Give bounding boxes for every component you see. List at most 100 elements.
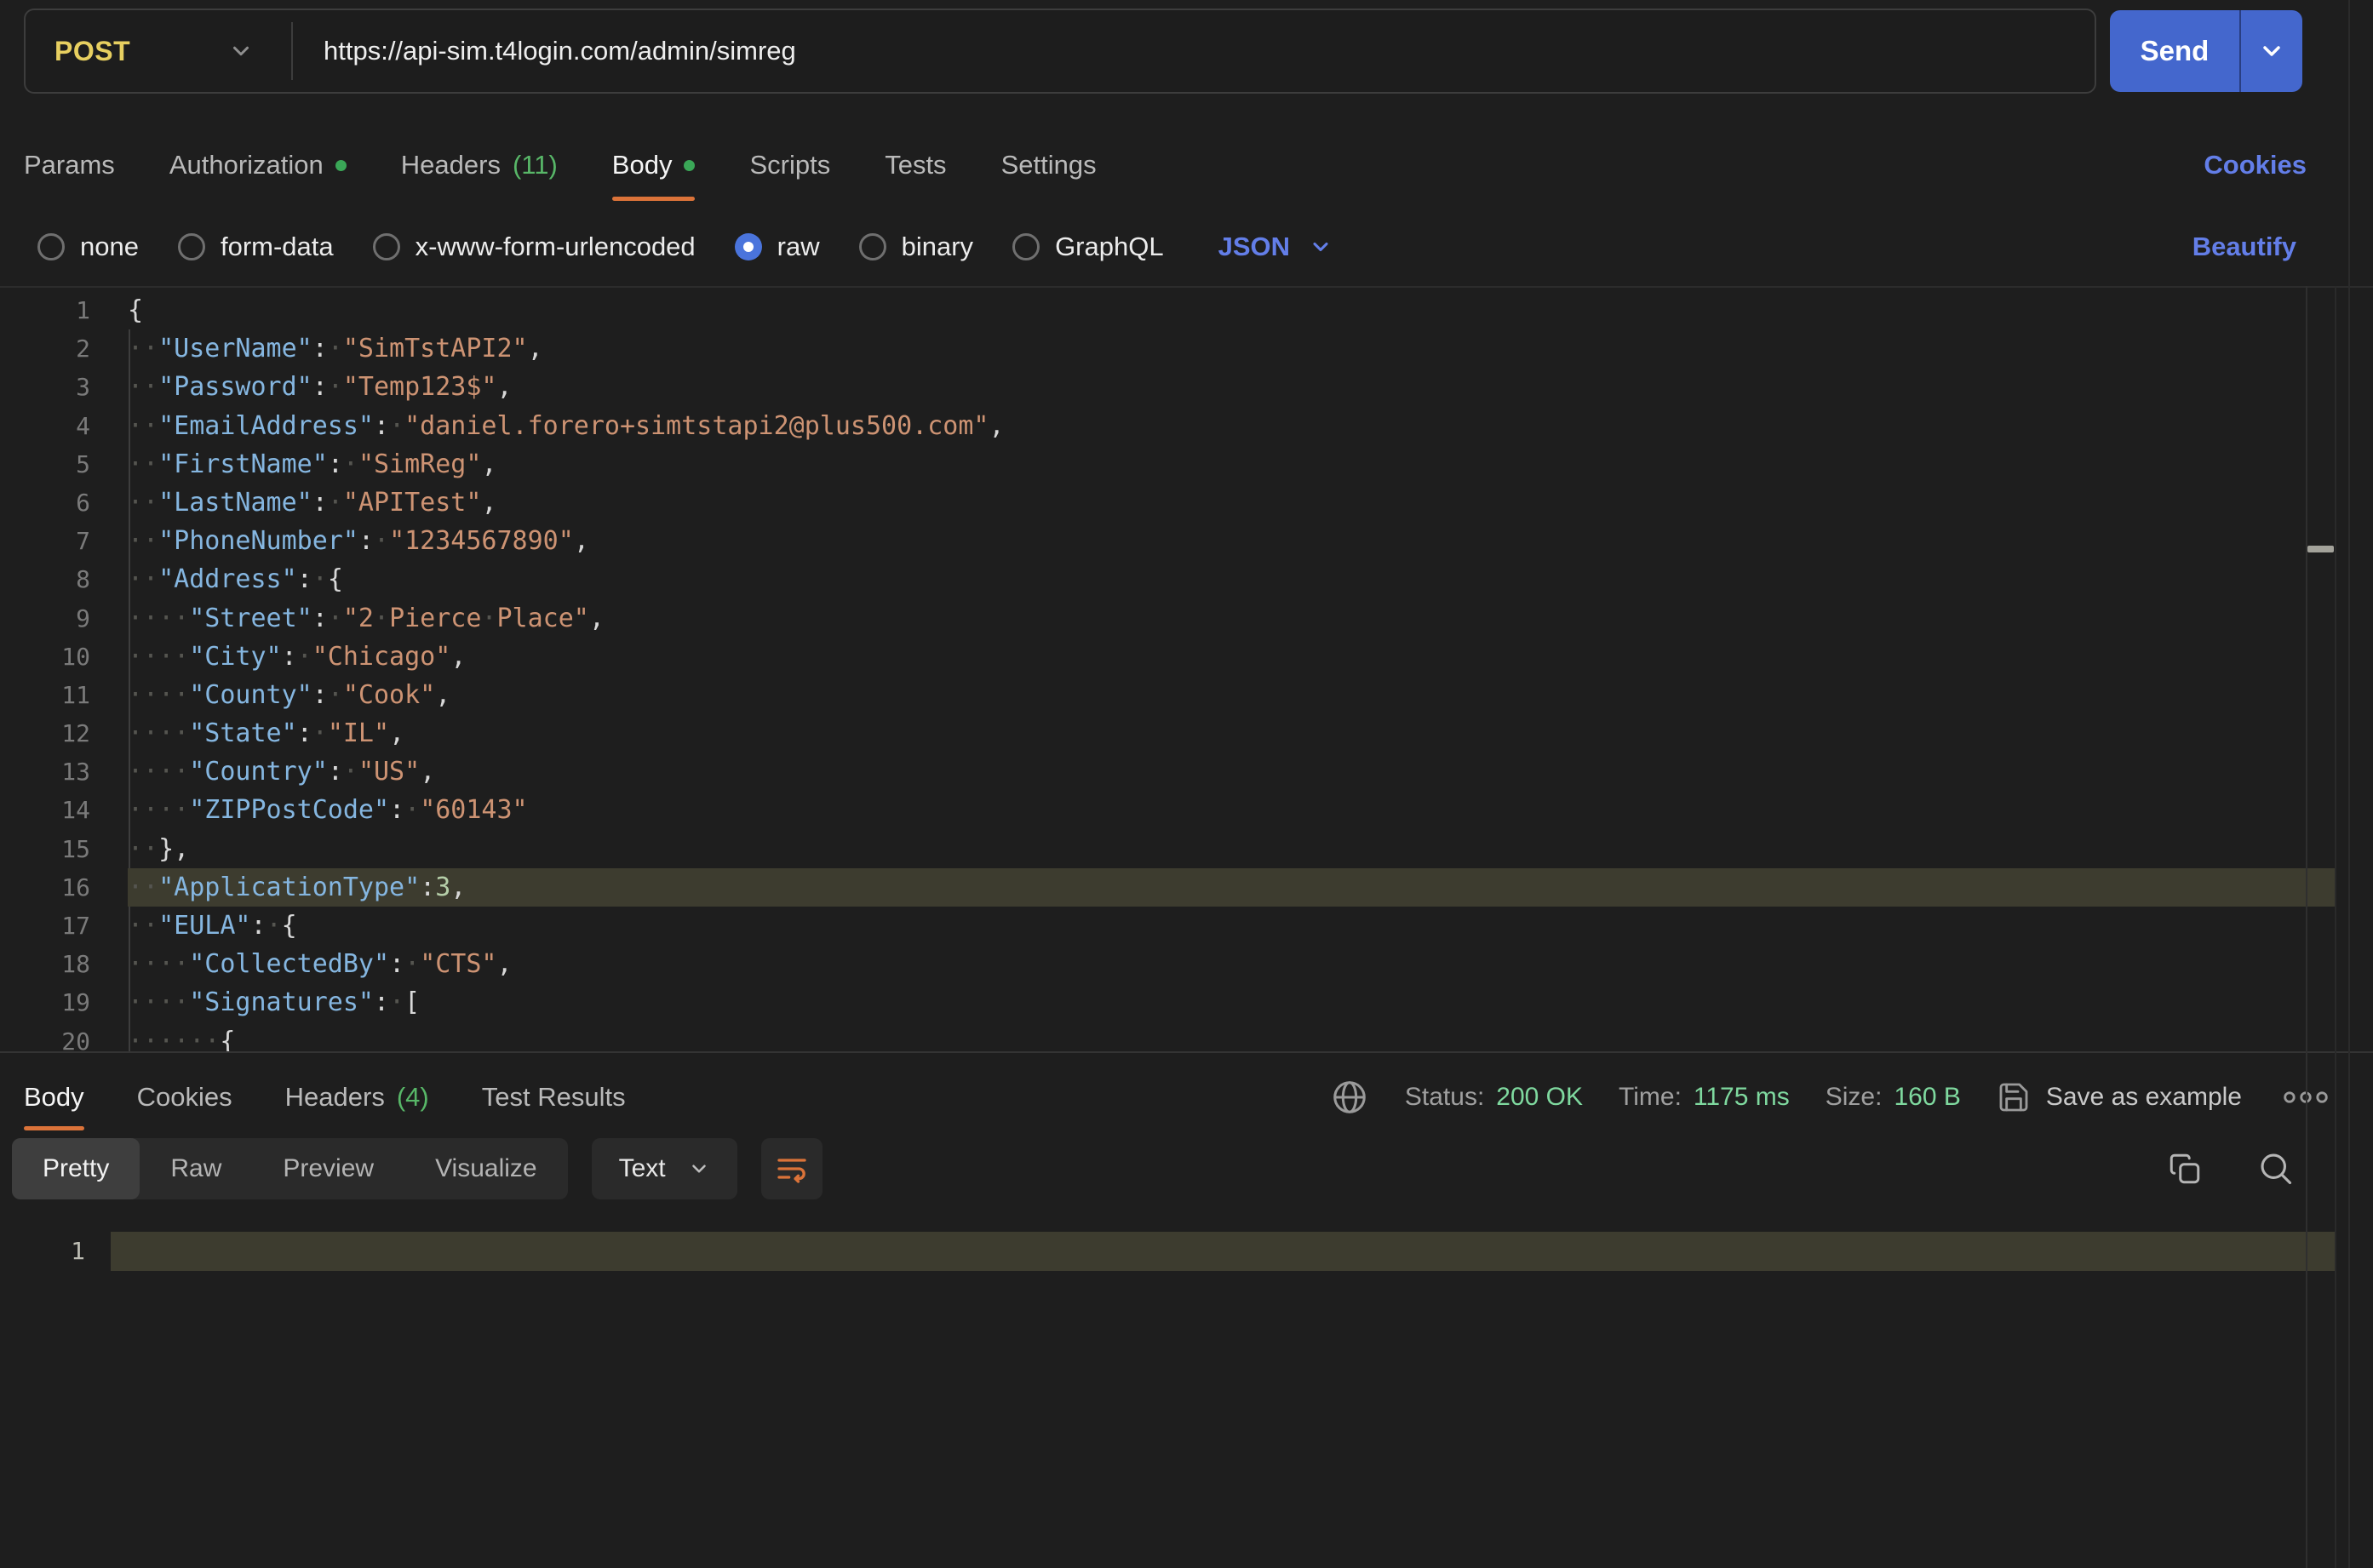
code-token: ···· [128, 604, 189, 633]
line-number: 8 [0, 560, 90, 598]
size-badge: Size: 160 B [1826, 1083, 1961, 1112]
tab-headers[interactable]: Headers(11) [401, 128, 558, 203]
code-token: "EULA" [158, 911, 250, 941]
wrap-text-icon [775, 1152, 809, 1186]
code-token: "EmailAddress" [158, 411, 374, 441]
body-mode-form-data[interactable]: form-data [178, 232, 334, 262]
code-token: "1234567890" [389, 526, 574, 556]
body-mode-x-www-form-urlencoded[interactable]: x-www-form-urlencoded [373, 232, 696, 262]
tab-settings[interactable]: Settings [1001, 128, 1097, 203]
code-token: "UserName" [158, 334, 312, 363]
tab-body[interactable]: Body [612, 128, 696, 203]
wrap-text-button[interactable] [761, 1138, 823, 1199]
code-line: ······{ [128, 1022, 2335, 1051]
search-icon[interactable] [2257, 1150, 2295, 1187]
tab-tests[interactable]: Tests [885, 128, 946, 203]
code-token: · [374, 604, 389, 633]
beautify-link[interactable]: Beautify [2192, 213, 2296, 281]
code-token: : [328, 757, 343, 787]
code-token: · [374, 526, 389, 556]
code-token: "SimReg" [358, 449, 482, 479]
line-number: 5 [0, 445, 90, 484]
url-bar: POST https://api-sim.t4login.com/admin/s… [24, 9, 2096, 94]
code-line: ··"UserName":·"SimTstAPI2", [128, 329, 2335, 368]
code-line: ··"FirstName":·"SimReg", [128, 445, 2335, 484]
code-token: : [297, 564, 312, 594]
code-line: ··"EULA":·{ [128, 907, 2335, 945]
save-as-example-button[interactable]: Save as example [1997, 1080, 2242, 1114]
code-token: · [343, 449, 358, 479]
code-token: "US" [358, 757, 420, 787]
view-preview-button[interactable]: Preview [252, 1138, 404, 1199]
response-body[interactable]: 1 [0, 1213, 2373, 1568]
code-line: ····"CollectedBy":·"CTS", [128, 945, 2335, 983]
request-tabs: Params Authorization Headers(11) Body Script… [24, 128, 1097, 203]
code-token: "APITest" [343, 488, 482, 518]
tab-count-badge: (4) [397, 1082, 429, 1113]
chevron-down-icon [688, 1158, 710, 1180]
response-tab-test-results[interactable]: Test Results [482, 1062, 626, 1132]
code-token: : [328, 449, 343, 479]
code-token: : [312, 488, 328, 518]
view-raw-button[interactable]: Raw [140, 1138, 252, 1199]
save-as-example-label: Save as example [2046, 1083, 2242, 1112]
method-selector[interactable]: POST [26, 10, 291, 92]
code-token: ···· [128, 949, 189, 979]
code-token: , [589, 604, 605, 633]
send-button[interactable]: Send [2110, 10, 2302, 92]
line-number: 14 [0, 791, 90, 829]
copy-icon[interactable] [2167, 1151, 2203, 1187]
line-number: 15 [0, 830, 90, 868]
body-mode-graphql[interactable]: GraphQL [1012, 232, 1164, 262]
code-token: ·· [128, 334, 158, 363]
code-token: , [450, 873, 466, 902]
tab-label: Settings [1001, 150, 1097, 180]
code-token: : [389, 795, 404, 825]
code-token: ·· [128, 834, 158, 864]
code-line: ··"ApplicationType":3, [128, 868, 2335, 907]
tab-params[interactable]: Params [24, 128, 115, 203]
send-button-label[interactable]: Send [2110, 10, 2239, 92]
editor-scrollbar-thumb[interactable] [2307, 546, 2334, 552]
code-token: "CollectedBy" [189, 949, 389, 979]
body-mode-raw[interactable]: raw [735, 232, 820, 262]
code-token: · [328, 604, 343, 633]
request-body-editor[interactable]: 1234567891011121314151617181920 {··"User… [0, 286, 2373, 1051]
chevron-down-icon [1309, 235, 1333, 259]
radio-icon [859, 233, 886, 260]
code-token: ···· [128, 795, 189, 825]
tab-authorization[interactable]: Authorization [169, 128, 347, 203]
tab-scripts[interactable]: Scripts [749, 128, 830, 203]
code-token: ·· [128, 564, 158, 594]
code-line: ····"Signatures":·[ [128, 983, 2335, 1021]
language-dropdown[interactable]: JSON [1218, 232, 1333, 262]
radio-icon [735, 233, 762, 260]
response-tab-headers[interactable]: Headers (4) [285, 1062, 429, 1132]
response-divider [0, 1051, 2373, 1053]
line-number: 10 [0, 638, 90, 676]
tab-label: Scripts [749, 150, 830, 180]
send-options-button[interactable] [2241, 10, 2302, 92]
code-token: "LastName" [158, 488, 312, 518]
response-tab-body[interactable]: Body [24, 1062, 84, 1132]
status-label: Status: [1405, 1083, 1484, 1112]
response-format-dropdown[interactable]: Text [592, 1138, 737, 1199]
code-token: · [267, 911, 282, 941]
green-dot-indicator [684, 160, 695, 171]
view-pretty-button[interactable]: Pretty [12, 1138, 140, 1199]
url-input[interactable]: https://api-sim.t4login.com/admin/simreg [293, 10, 2095, 92]
body-mode-none[interactable]: none [37, 232, 139, 262]
code-token: · [389, 411, 404, 441]
code-line: ··}, [128, 830, 2335, 868]
tab-count-badge: (11) [513, 150, 558, 180]
editor-code: {··"UserName":·"SimTstAPI2",··"Password"… [128, 291, 2335, 1051]
response-tab-cookies[interactable]: Cookies [137, 1062, 232, 1132]
tab-label: Authorization [169, 150, 324, 180]
cookies-link[interactable]: Cookies [2204, 128, 2307, 203]
code-token: [ [404, 987, 420, 1017]
tab-label: Tests [885, 150, 946, 180]
view-visualize-button[interactable]: Visualize [404, 1138, 568, 1199]
tab-label: Headers [285, 1082, 385, 1113]
code-token: ·· [128, 411, 158, 441]
body-mode-binary[interactable]: binary [859, 232, 973, 262]
